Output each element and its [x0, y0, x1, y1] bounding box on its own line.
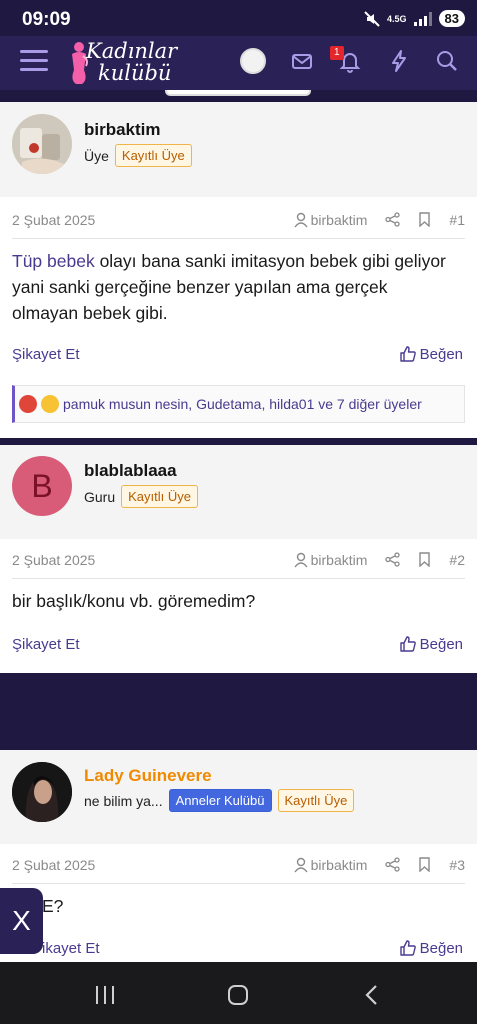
post-author-name: birbaktim [310, 856, 368, 873]
like-label: Beğen [419, 345, 463, 363]
logo-text-line2: kulübü [98, 61, 172, 85]
like-label: Beğen [419, 939, 463, 957]
author-name[interactable]: blablablaaa [84, 461, 177, 481]
author-title-row: Üye Kayıtlı Üye [84, 144, 192, 167]
post-body: E? [42, 896, 64, 916]
network-label: 4.5G [387, 13, 407, 24]
mute-icon [364, 10, 380, 27]
thumbs-up-icon [399, 636, 416, 652]
share-icon[interactable] [385, 857, 401, 872]
post-actions: ikayet Et Beğen [42, 936, 463, 960]
bookmark-icon[interactable] [418, 857, 431, 872]
share-icon[interactable] [385, 212, 401, 227]
thread-content[interactable]: birbaktim Üye Kayıtlı Üye 2 Şubat 2025 b… [0, 90, 477, 962]
logo-text-line1: Kadınlar [86, 39, 178, 63]
report-button[interactable]: Şikayet Et [12, 636, 80, 653]
home-icon[interactable] [226, 983, 250, 1007]
reactions-bar[interactable]: pamuk musun nesin, Gudetama, hilda01 ve … [12, 385, 465, 423]
site-logo[interactable]: Kadınlar kulübü [68, 38, 198, 88]
post-number[interactable]: #1 [449, 212, 465, 228]
author-title: Üye [84, 147, 109, 164]
author-title-row: Guru Kayıtlı Üye [84, 485, 198, 508]
author-avatar[interactable]: B [12, 456, 72, 516]
post-author-block [0, 102, 477, 197]
recent-apps-icon[interactable] [93, 984, 117, 1006]
status-bar: 09:09 4.5G 83 [0, 0, 477, 36]
post-actions: Şikayet Et Beğen [12, 342, 463, 366]
post-author-name: birbaktim [310, 551, 368, 568]
post-body: Tüp bebek olayı bana sanki imitasyon beb… [12, 248, 452, 326]
report-button[interactable]: ikayet Et [42, 940, 100, 957]
post-meta: 2 Şubat 2025 birbaktim #1 [12, 201, 465, 239]
thumbs-up-icon [399, 346, 416, 362]
menu-icon[interactable] [20, 50, 48, 74]
tab-strip-edge [165, 90, 311, 96]
author-avatar[interactable] [12, 762, 72, 822]
bookmark-icon[interactable] [418, 552, 431, 567]
post-date[interactable]: 2 Şubat 2025 [12, 552, 294, 568]
status-icons: 4.5G 83 [364, 10, 465, 27]
author-title-row: ne bilim ya... Anneler Kulübü Kayıtlı Üy… [84, 789, 355, 812]
notification-badge: 1 [330, 46, 344, 60]
avatar-photo-icon [12, 762, 72, 822]
post-meta: 2 Şubat 2025 birbaktim #2 [12, 541, 465, 579]
search-icon[interactable] [434, 48, 460, 74]
logo-text: Kadınlar kulübü [86, 40, 177, 84]
author-avatar[interactable] [12, 114, 72, 174]
thumbs-up-icon [399, 940, 416, 956]
share-icon[interactable] [385, 552, 401, 567]
post-author-link[interactable]: birbaktim [294, 551, 368, 568]
battery-indicator: 83 [438, 10, 465, 27]
post-author-link[interactable]: birbaktim [294, 856, 368, 873]
mail-icon[interactable] [289, 48, 315, 74]
post-meta: 2 Şubat 2025 birbaktim #3 [12, 846, 465, 884]
author-title: Guru [84, 488, 116, 505]
author-name[interactable]: Lady Guinevere [84, 766, 212, 786]
user-icon [294, 552, 308, 567]
group-badge: Anneler Kulübü [168, 789, 272, 812]
member-badge: Kayıtlı Üye [114, 144, 192, 167]
avatar-photo-icon [12, 114, 72, 174]
system-navigation-bar [0, 962, 477, 1024]
like-button[interactable]: Beğen [399, 345, 463, 363]
post-1: birbaktim Üye Kayıtlı Üye 2 Şubat 2025 b… [0, 102, 477, 438]
bookmark-icon[interactable] [418, 212, 431, 227]
like-button[interactable]: Beğen [399, 635, 463, 653]
post-author-block [0, 445, 477, 539]
back-icon[interactable] [362, 983, 382, 1007]
signal-icon [413, 11, 432, 26]
post-actions: Şikayet Et Beğen [12, 632, 463, 656]
post-date[interactable]: 2 Şubat 2025 [12, 212, 294, 228]
like-label: Beğen [419, 635, 463, 653]
user-icon [294, 212, 308, 227]
post-3: Lady Guinevere ne bilim ya... Anneler Ku… [0, 750, 477, 962]
like-button[interactable]: Beğen [399, 939, 463, 957]
post-number[interactable]: #2 [449, 552, 465, 568]
post-author-link[interactable]: birbaktim [294, 211, 368, 228]
heart-eyes-reaction-icon [41, 395, 59, 413]
author-name[interactable]: birbaktim [84, 120, 161, 140]
top-navbar: Kadınlar kulübü 1 [0, 36, 477, 90]
dislike-reaction-icon [19, 395, 37, 413]
user-avatar[interactable] [240, 48, 266, 74]
member-badge: Kayıtlı Üye [121, 485, 198, 508]
author-title: ne bilim ya... [84, 792, 163, 809]
user-icon [294, 857, 308, 872]
close-ad-button[interactable]: X [0, 888, 43, 954]
reactions-text[interactable]: pamuk musun nesin, Gudetama, hilda01 ve … [63, 396, 422, 412]
post-number[interactable]: #3 [449, 857, 465, 873]
member-badge: Kayıtlı Üye [277, 789, 355, 812]
post-2: B blablablaaa Guru Kayıtlı Üye 2 Şubat 2… [0, 445, 477, 673]
post-author-name: birbaktim [310, 211, 368, 228]
status-time: 09:09 [22, 9, 71, 30]
post-date[interactable]: 2 Şubat 2025 [12, 857, 294, 873]
body-tag-link[interactable]: Tüp bebek [12, 251, 95, 271]
post-body: bir başlık/konu vb. göremedim? [12, 591, 256, 611]
lightning-icon[interactable] [386, 48, 412, 74]
report-button[interactable]: Şikayet Et [12, 346, 80, 363]
